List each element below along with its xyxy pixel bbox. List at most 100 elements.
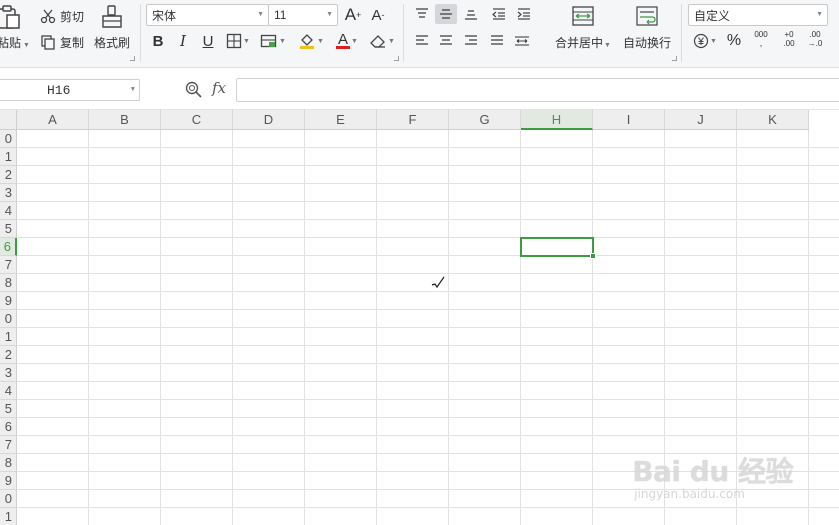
column-header-k[interactable]: K [737,110,809,130]
decrease-font-button[interactable]: A- [367,5,389,25]
fill-color-button[interactable]: ▼ [296,31,326,51]
column-header-i[interactable]: I [593,110,665,130]
clear-format-button[interactable]: ▼ [367,31,397,51]
font-color-swatch [336,46,351,49]
font-launcher-icon[interactable] [394,56,399,61]
currency-button[interactable]: ▼ [690,31,720,51]
row-header[interactable]: 2 [0,166,17,184]
grid-row-line [17,147,839,148]
row-header[interactable]: 5 [0,400,17,418]
zoom-lookup-icon[interactable] [184,80,204,100]
align-center-icon [440,35,452,45]
italic-button[interactable]: I [172,31,194,51]
number-format-select[interactable]: 自定义 ▼ [688,4,828,26]
decrease-indent-button[interactable] [488,4,510,24]
increase-indent-button[interactable] [513,4,535,24]
paste-dropdown-icon[interactable]: ▼ [23,42,30,49]
formula-input[interactable] [236,78,839,102]
column-header-d[interactable]: D [233,110,305,130]
format-painter-icon [102,5,122,28]
underline-button[interactable]: U [197,31,219,51]
row-header[interactable]: 1 [0,328,17,346]
font-family-select[interactable]: 宋体 ▼ [146,4,269,26]
align-right-button[interactable] [460,31,482,51]
thousands-separator-button[interactable]: 000, [750,29,772,49]
grid-row-line [17,273,839,274]
grid-row-line [17,345,839,346]
row-header[interactable]: 9 [0,472,17,490]
row-header[interactable]: 9 [0,292,17,310]
borders-button[interactable]: ▼ [223,31,253,51]
select-all-corner[interactable] [0,110,17,130]
currency-icon [693,33,709,49]
row-header[interactable]: 0 [0,490,17,508]
row-header[interactable]: 7 [0,256,17,274]
chevron-down-icon: ▼ [326,11,333,18]
column-header-c[interactable]: C [161,110,233,130]
bold-button[interactable]: B [147,31,169,51]
distributed-align-icon [515,36,529,46]
column-header-f[interactable]: F [377,110,449,130]
merge-center-button[interactable]: 合并居中▼ [552,4,614,51]
decrease-decimal-icon: .00 →.0 [807,30,823,48]
insert-function-button[interactable]: fx [212,79,226,97]
underline-icon: U [202,32,214,50]
row-header[interactable]: 7 [0,436,17,454]
align-top-button[interactable] [411,4,433,24]
column-header-j[interactable]: J [665,110,737,130]
align-middle-icon [440,9,452,19]
percent-button[interactable]: % [723,31,745,51]
row-header[interactable]: 1 [0,148,17,166]
column-header-b[interactable]: B [89,110,161,130]
row-header[interactable]: 3 [0,364,17,382]
row-header[interactable]: 1 [0,508,17,525]
cut-button[interactable]: 剪切 [40,6,84,26]
copy-icon [41,35,55,50]
row-header[interactable]: 0 [0,310,17,328]
row-header[interactable]: 6 [0,418,17,436]
row-header[interactable]: 3 [0,184,17,202]
grid-row-line [17,435,839,436]
align-middle-button[interactable] [435,4,457,24]
name-box[interactable]: H16 ▼ [0,79,140,101]
column-header-a[interactable]: A [17,110,89,130]
wrap-text-button[interactable]: 自动换行 [620,4,674,51]
row-header[interactable]: 5 [0,220,17,238]
grid-row-line [17,381,839,382]
row-header[interactable]: 2 [0,346,17,364]
justify-button[interactable] [486,31,508,51]
column-header-h[interactable]: H [521,110,593,130]
align-bottom-button[interactable] [460,4,482,24]
format-painter-button[interactable]: 格式刷 [92,4,132,51]
column-header-e[interactable]: E [305,110,377,130]
borders-icon [226,33,242,49]
font-color-button[interactable]: A ▼ [332,31,362,51]
row-header[interactable]: 8 [0,274,17,292]
copy-button[interactable]: 复制 [40,32,84,52]
increase-font-button[interactable]: A + [342,5,364,25]
row-header[interactable]: 4 [0,382,17,400]
cell-style-button[interactable]: ▼ [258,31,288,51]
align-left-button[interactable] [411,31,433,51]
row-header[interactable]: 6 [0,238,17,256]
row-header[interactable]: 4 [0,202,17,220]
row-header[interactable]: 0 [0,130,17,148]
clipboard-launcher-icon[interactable] [130,56,135,61]
distributed-align-button[interactable] [511,31,533,51]
paste-button[interactable]: 粘贴▼ [0,4,30,51]
increase-decimal-button[interactable]: +0 .00 [778,29,800,49]
ribbon-toolbar: 粘贴▼ 剪切 复制 格式刷 [0,0,839,68]
increase-font-icon: A [344,5,357,24]
alignment-launcher-icon[interactable] [672,56,677,61]
active-cell-selection[interactable] [520,237,596,259]
decrease-decimal-button[interactable]: .00 →.0 [804,29,826,49]
paste-icon [0,5,20,29]
copy-label: 复制 [60,35,85,50]
pen-cursor-icon [431,276,445,289]
align-center-button[interactable] [435,31,457,51]
row-header[interactable]: 8 [0,454,17,472]
column-header-g[interactable]: G [449,110,521,130]
font-size-select[interactable]: 11 ▼ [268,4,338,26]
fill-handle[interactable] [590,253,596,259]
chevron-down-icon: ▼ [257,11,264,18]
